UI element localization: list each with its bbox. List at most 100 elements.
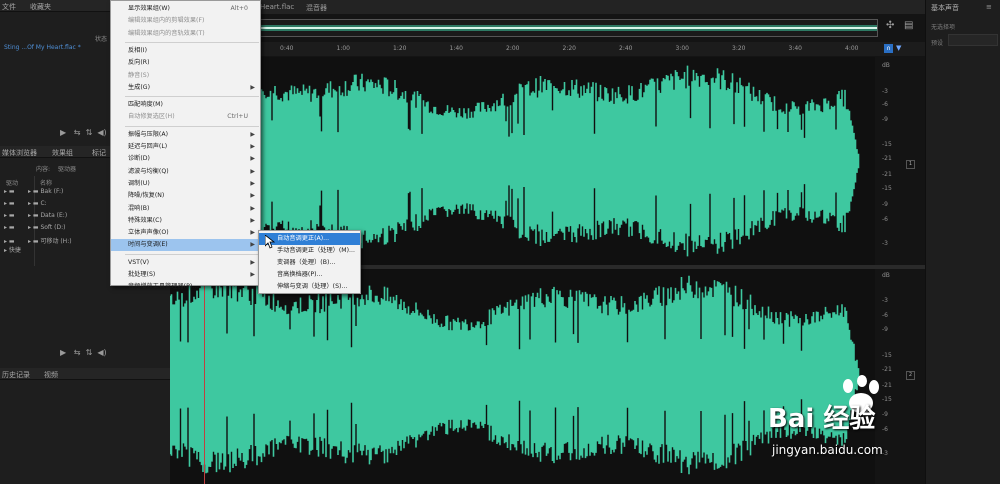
loop-icon[interactable]: ⇆ bbox=[74, 348, 81, 357]
play-icon[interactable]: ▶ bbox=[60, 348, 66, 357]
submenu-arrow-icon: ▶ bbox=[250, 204, 255, 212]
menu-item[interactable]: 音频增效工具管理器(P)... bbox=[111, 281, 260, 293]
menu-item-label: 滤波与均衡(Q) bbox=[128, 167, 169, 175]
menu-separator bbox=[125, 253, 259, 255]
tab-favorites[interactable]: 收藏夹 bbox=[30, 2, 51, 12]
menu-item-label: 混响(B) bbox=[128, 204, 150, 212]
drive-label: Data (E:) bbox=[40, 212, 68, 219]
ruler-tick-label: 3:40 bbox=[788, 45, 802, 52]
db-tick-label: -21 bbox=[882, 171, 892, 178]
db-tick-label: -6 bbox=[882, 216, 888, 223]
menu-item[interactable]: 混响(B) ▶ bbox=[111, 203, 260, 215]
channel-tag[interactable]: 2 bbox=[906, 371, 915, 380]
preset-select[interactable] bbox=[948, 34, 998, 46]
tab-media-browser[interactable]: 媒体浏览器 bbox=[2, 148, 37, 158]
submenu-item-label: 音高换档器(P)... bbox=[277, 271, 323, 278]
menu-item[interactable]: 延迟与回声(L) ▶ bbox=[111, 141, 260, 153]
menu-item[interactable]: 显示效果组(W) Alt+0 bbox=[111, 3, 260, 15]
menu-separator bbox=[125, 41, 259, 43]
menu-item[interactable]: 时间与变调(E) ▶ bbox=[111, 239, 260, 252]
content-label: 内容: bbox=[36, 166, 51, 173]
tab-history[interactable]: 历史记录 bbox=[2, 370, 30, 380]
content-value[interactable]: 驱动器 bbox=[58, 164, 76, 173]
menu-item[interactable]: 反向(R) bbox=[111, 57, 260, 69]
menu-item[interactable]: 特殊效果(C) ▶ bbox=[111, 215, 260, 227]
speaker-icon[interactable]: ◀) bbox=[97, 128, 106, 137]
menu-item[interactable]: 滤波与均衡(Q) ▶ bbox=[111, 166, 260, 178]
watermark-url: jingyan.baidu.com bbox=[772, 443, 883, 457]
menu-item[interactable]: 诊断(D) ▶ bbox=[111, 153, 260, 165]
db-tick-label: -9 bbox=[882, 116, 888, 123]
overview-bar[interactable] bbox=[258, 19, 878, 37]
menu-item: 自动修复选区(H) Ctrl+U bbox=[111, 111, 260, 123]
menu-item-label: 诊断(D) bbox=[128, 155, 150, 163]
menu-item[interactable]: 降噪/恢复(N) ▶ bbox=[111, 190, 260, 202]
ruler-tick-label: 3:00 bbox=[675, 45, 689, 52]
shortcuts-row[interactable]: ▸ 快捷 bbox=[4, 245, 21, 257]
files-controls: ▶ ⇆ ⇅ ◀) bbox=[60, 128, 107, 137]
zoom-icon[interactable]: ✣ bbox=[886, 20, 894, 31]
menu-item-label: 显示效果组(W) bbox=[128, 5, 170, 12]
history-tabbar: 历史记录 视频 bbox=[0, 368, 170, 380]
submenu-item[interactable]: 音高换档器(P)... bbox=[259, 269, 360, 281]
loop-icon[interactable]: ⇆ bbox=[74, 128, 81, 137]
menu-item[interactable]: 立体声声像(O) ▶ bbox=[111, 227, 260, 239]
menu-item[interactable]: 生成(G) ▶ bbox=[111, 82, 260, 94]
tab-mixer[interactable]: 混音器 bbox=[306, 3, 327, 13]
marker-icon[interactable]: ▼ bbox=[896, 44, 901, 52]
submenu-arrow-icon: ▶ bbox=[250, 130, 255, 138]
autoplay-icon[interactable]: ⇅ bbox=[86, 348, 93, 357]
submenu-arrow-icon: ▶ bbox=[250, 179, 255, 187]
db-tick-label: -6 bbox=[882, 426, 888, 433]
submenu-arrow-icon: ▶ bbox=[250, 83, 255, 91]
speaker-icon[interactable]: ◀) bbox=[97, 348, 106, 357]
menu-item-label: 批处理(S) bbox=[128, 271, 156, 278]
menu-separator bbox=[125, 96, 259, 98]
submenu-arrow-icon: ▶ bbox=[250, 258, 255, 266]
db-tick-label: -6 bbox=[882, 101, 888, 108]
ruler-tick-label: 2:20 bbox=[562, 45, 576, 52]
tab-files[interactable]: 文件 bbox=[2, 2, 16, 12]
file-list-item[interactable]: Sting ...Of My Heart.flac * bbox=[4, 44, 81, 51]
tab-editor-file[interactable]: Heart.flac bbox=[260, 3, 294, 11]
menu-item[interactable]: 匹配响度(M) bbox=[111, 99, 260, 111]
db-tick-label: -21 bbox=[882, 366, 892, 373]
menu-item-label: 匹配响度(M) bbox=[128, 101, 163, 109]
menu-item-label: 音频增效工具管理器(P)... bbox=[128, 283, 199, 291]
app-window: 文件 收藏夹 状态 Sting ...Of My Heart.flac * ▶ … bbox=[0, 0, 1000, 484]
snap-icon[interactable]: ∩ bbox=[884, 44, 893, 53]
tree-row[interactable]: ▸ ▬ ▸ ▬ C: bbox=[4, 200, 47, 212]
menu-item-shortcut: Ctrl+U bbox=[227, 113, 248, 121]
name-column-header[interactable]: 名称 bbox=[40, 178, 52, 187]
menu-item[interactable]: 振幅与压限(A) ▶ bbox=[111, 129, 260, 141]
menu-item-label: 生成(G) bbox=[128, 83, 150, 91]
menu-item-label: 振幅与压限(A) bbox=[128, 130, 168, 138]
channel-tag[interactable]: 1 bbox=[906, 160, 915, 169]
submenu-item[interactable]: 伸缩与变调（处理）(S)... bbox=[259, 281, 360, 293]
menu-item: 编辑效果组内的剪辑效果(F) bbox=[111, 15, 260, 27]
ruler-tick-label: 3:20 bbox=[732, 45, 746, 52]
tab-video[interactable]: 视频 bbox=[44, 370, 58, 380]
tree-row[interactable]: ▸ ▬ ▸ ▬ Bak (F:) bbox=[4, 188, 63, 200]
drives-header: 驱动 bbox=[6, 180, 19, 187]
tab-effects-group[interactable]: 效果组 bbox=[52, 148, 73, 158]
file-name: Sting ...Of My Heart.flac * bbox=[4, 44, 81, 51]
menu-item[interactable]: VST(V) ▶ bbox=[111, 257, 260, 269]
autoplay-icon[interactable]: ⇅ bbox=[86, 128, 93, 137]
tree-row[interactable]: ▸ ▬ ▸ ▬ Data (E:) bbox=[4, 212, 67, 224]
time-ruler[interactable]: 0:40 1:00 1:20 1:40 2:00 2:20 2:40 3:00 3:20 3:40… bbox=[170, 42, 925, 56]
panel-icon[interactable]: ▤ bbox=[904, 20, 913, 31]
panel-menu-icon[interactable]: ≡ bbox=[986, 3, 992, 11]
submenu-arrow-icon: ▶ bbox=[250, 167, 255, 175]
menu-item[interactable]: 批处理(S) ▶ bbox=[111, 269, 260, 281]
menu-item[interactable]: 调制(U) ▶ bbox=[111, 178, 260, 190]
tab-markers[interactable]: 标记 bbox=[92, 148, 106, 158]
tree-row[interactable]: ▸ ▬ ▸ ▬ Soft (D:) bbox=[4, 224, 66, 236]
submenu-arrow-icon: ▶ bbox=[250, 229, 255, 237]
play-icon[interactable]: ▶ bbox=[60, 128, 66, 137]
drive-label: Soft (D:) bbox=[40, 224, 66, 231]
submenu-item[interactable]: 变调器（处理）(B)... bbox=[259, 257, 360, 269]
db-tick-label: -9 bbox=[882, 326, 888, 333]
menu-item[interactable]: 反相(I) bbox=[111, 45, 260, 57]
db-tick-label: -3 bbox=[882, 88, 888, 95]
